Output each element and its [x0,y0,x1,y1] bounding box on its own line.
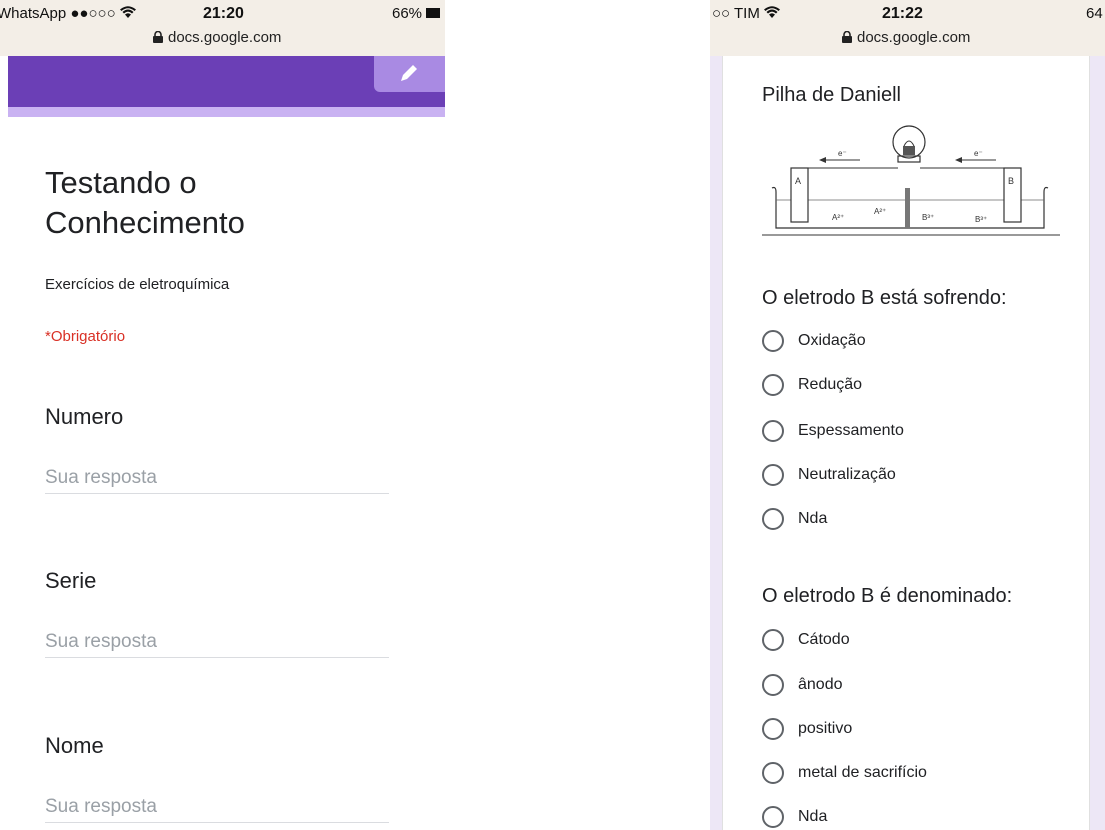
form-header-accent [8,107,445,117]
option-label: Oxidação [798,332,866,349]
option-reducao[interactable]: Redução [762,373,862,397]
electron-flow-right: e⁻ [955,149,996,163]
numero-input[interactable] [45,462,389,494]
question-electrode-name-label: O eletrodo B é denominado: [762,585,1013,607]
ion-a-label-1: A²⁺ [832,213,844,222]
lock-icon [842,31,852,43]
electron-label-left: e⁻ [838,149,847,158]
wifi-icon [764,6,781,18]
option-metal-de-sacrificio[interactable]: metal de sacrifício [762,761,927,785]
clock: 21:20 [203,5,244,22]
option-label: Nda [798,808,828,825]
edit-button[interactable] [374,56,445,92]
wifi-icon [119,6,136,18]
radio-button[interactable] [762,420,784,442]
carrier-name: ○○ TIM [712,5,760,22]
option-label: metal de sacrifício [798,764,927,781]
radio-button[interactable] [762,806,784,828]
radio-button[interactable] [762,718,784,740]
ion-b-label-2: B³⁺ [975,215,987,224]
option-nda-1[interactable]: Nda [762,507,827,531]
serie-input[interactable] [45,626,389,658]
electrode-a-label: A [795,176,801,186]
question-nome-label: Nome [45,733,104,758]
url-bar[interactable]: docs.google.com [153,29,281,46]
ion-a-label-2: A²⁺ [874,207,886,216]
clock: 21:22 [882,5,923,22]
electrode-b-label: B [1008,176,1014,186]
question-reaction-label: O eletrodo B está sofrendo: [762,287,1007,309]
option-label: Cátodo [798,631,850,648]
required-note: *Obrigatório [45,328,126,345]
option-positivo[interactable]: positivo [762,717,852,741]
radio-button[interactable] [762,464,784,486]
radio-button[interactable] [762,330,784,352]
option-label: ânodo [798,676,843,693]
left-screenshot: WhatsApp ●●○○○ 21:20 66% docs.google.com… [0,0,445,830]
form-title: Testando o Conhecimento [45,165,245,240]
lock-icon [153,31,163,43]
radio-button[interactable] [762,508,784,530]
option-espessamento[interactable]: Espessamento [762,419,904,443]
option-label: Espessamento [798,422,904,439]
option-anodo[interactable]: ânodo [762,673,843,697]
option-catodo[interactable]: Cátodo [762,628,850,652]
question-serie-label: Serie [45,568,97,593]
option-neutralizacao[interactable]: Neutralização [762,463,896,487]
radio-button[interactable] [762,674,784,696]
status-bar: WhatsApp ●●○○○ 21:20 66% docs.google.com [0,0,445,56]
url-text: docs.google.com [168,29,282,46]
battery-indicator: 66% [392,5,441,22]
pencil-icon [401,65,417,81]
ion-b-label-1: B³⁺ [922,213,934,222]
carrier-label: ○○ TIM [712,5,781,22]
option-nda-2[interactable]: Nda [762,805,827,829]
option-label: Redução [798,376,863,393]
radio-button[interactable] [762,374,784,396]
bulb-icon [892,125,926,163]
option-label: positivo [798,720,853,737]
right-screenshot: ○○ TIM 21:22 64 docs.google.com Pilha de… [710,0,1105,830]
battery-percent: 64 [1086,5,1103,22]
option-label: Neutralização [798,466,896,483]
electron-flow-left: e⁻ [819,149,860,163]
radio-button[interactable] [762,762,784,784]
carrier-label: WhatsApp ●●○○○ [0,5,136,22]
salt-bridge [905,188,910,228]
url-bar[interactable]: docs.google.com [842,29,970,46]
nome-input[interactable] [45,791,389,823]
battery-icon [426,8,441,18]
signal-icon: ●●○○○ [70,5,116,22]
url-text: docs.google.com [857,29,971,46]
option-oxidacao[interactable]: Oxidação [762,329,866,353]
radio-button[interactable] [762,629,784,651]
image-title: Pilha de Daniell [762,84,901,106]
form-description: Exercícios de eletroquímica [45,276,230,293]
daniell-cell-diagram: e⁻ e⁻ A B A²⁺ A²⁺ B³⁺ B³⁺ [762,125,1060,236]
option-label: Nda [798,510,828,527]
electron-label-right: e⁻ [974,149,983,158]
battery-percent: 66% [392,5,423,22]
carrier-name: WhatsApp [0,5,67,22]
question-numero-label: Numero [45,404,124,429]
status-bar: ○○ TIM 21:22 64 docs.google.com [710,0,1105,56]
